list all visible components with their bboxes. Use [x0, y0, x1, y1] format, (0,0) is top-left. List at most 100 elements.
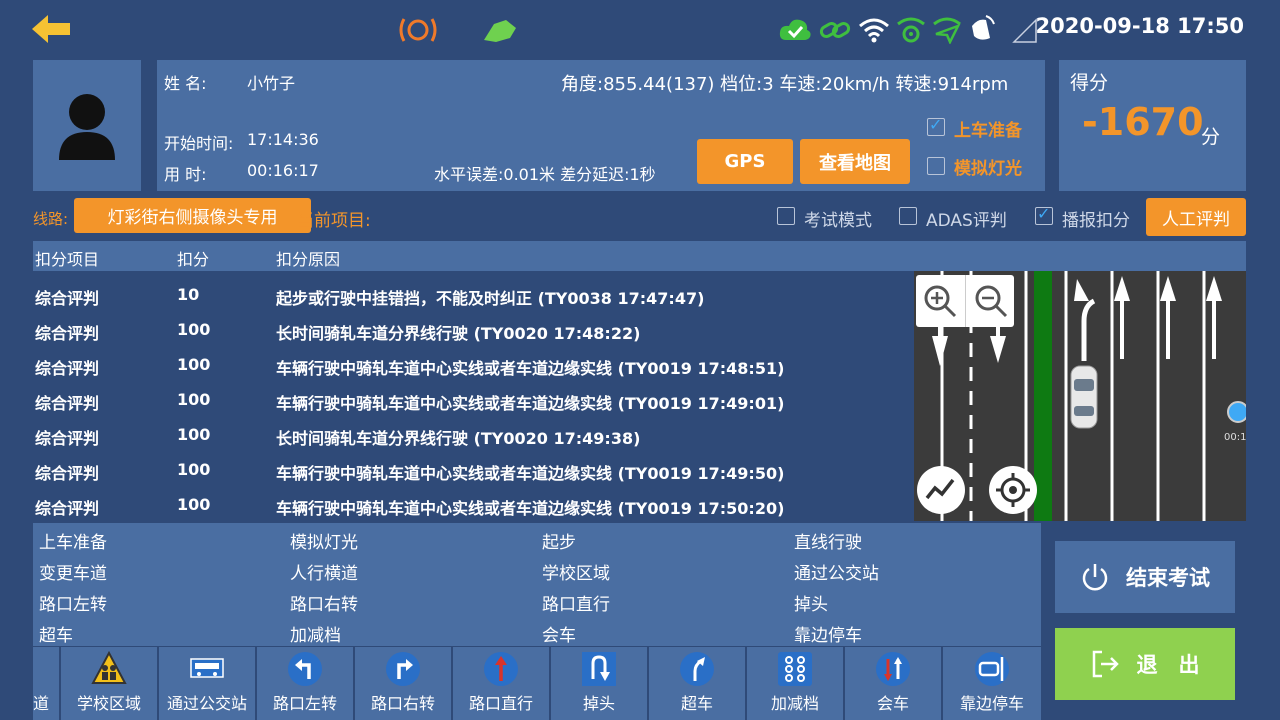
- project-item[interactable]: 起步: [542, 528, 576, 553]
- sim-lights-label: 模拟灯光: [954, 159, 1022, 179]
- bottom-item-turn-left[interactable]: 路口左转: [257, 647, 355, 720]
- timeline-handle[interactable]: [1227, 401, 1246, 423]
- car-signal-icon: [484, 20, 516, 42]
- adas-checkbox[interactable]: [899, 207, 917, 225]
- score-value: -1670: [1082, 100, 1204, 144]
- row-reason: 长时间骑轧车道分界线行驶 (TY0020 17:48:22): [276, 324, 641, 343]
- boarding-prep-checkbox[interactable]: [927, 115, 945, 136]
- wifi-icon: [859, 18, 889, 43]
- bottom-item-bus-stop[interactable]: 通过公交站: [159, 647, 257, 720]
- bottom-item-gear-shift[interactable]: 加减档: [747, 647, 845, 720]
- bottom-item-meet-car[interactable]: 会车: [845, 647, 943, 720]
- broadcast-checkbox[interactable]: [1035, 204, 1053, 225]
- score-label: 得分: [1070, 72, 1109, 94]
- table-row[interactable]: 综合评判 100 车辆行驶中骑轧车道中心实线或者车道边缘实线 (TY0019 1…: [33, 488, 914, 523]
- start-time: 17:14:36: [247, 130, 319, 149]
- table-row[interactable]: 综合评判 100 车辆行驶中骑轧车道中心实线或者车道边缘实线 (TY0019 1…: [33, 453, 914, 488]
- project-item[interactable]: 人行横道: [290, 559, 358, 584]
- project-item[interactable]: 靠边停车: [794, 621, 862, 646]
- header-item: 扣分项目: [35, 250, 100, 269]
- bottom-item-label: 路口右转: [370, 694, 435, 713]
- row-item: 综合评判: [35, 359, 100, 378]
- lane-map[interactable]: 00:12: [914, 271, 1246, 521]
- bottom-item-straight[interactable]: 路口直行: [453, 647, 551, 720]
- score-panel: 得分 -1670 分: [1059, 60, 1246, 191]
- row-reason: 长时间骑轧车道分界线行驶 (TY0020 17:49:38): [276, 429, 641, 448]
- back-arrow-icon[interactable]: [30, 12, 74, 46]
- manual-judge-button[interactable]: 人工评判: [1146, 198, 1246, 236]
- row-reason: 起步或行驶中挂错挡，不能及时纠正 (TY0038 17:47:47): [276, 289, 705, 308]
- bottom-item-pull-over[interactable]: 靠边停车: [943, 647, 1041, 720]
- header-points: 扣分: [177, 250, 210, 269]
- table-row[interactable]: 综合评判 10 起步或行驶中挂错挡，不能及时纠正 (TY0038 17:47:4…: [33, 278, 914, 313]
- route-name-button[interactable]: 灯彩街右侧摄像头专用: [74, 198, 311, 233]
- gps-pin-icon: [897, 17, 925, 43]
- project-item[interactable]: 通过公交站: [794, 559, 879, 584]
- project-item[interactable]: 加减档: [290, 621, 341, 646]
- row-reason: 车辆行驶中骑轧车道中心实线或者车道边缘实线 (TY0019 17:48:51): [276, 359, 785, 378]
- project-item[interactable]: 变更车道: [39, 559, 107, 584]
- row-item: 综合评判: [35, 464, 100, 483]
- gps-button[interactable]: GPS: [697, 139, 793, 184]
- accuracy-readout: 水平误差:0.01米 差分延迟:1秒: [434, 165, 656, 184]
- brake-warning-icon: [399, 18, 437, 42]
- row-points: 100: [177, 320, 211, 339]
- project-item[interactable]: 直线行驶: [794, 528, 862, 553]
- project-item[interactable]: 上车准备: [39, 528, 107, 553]
- table-row[interactable]: 综合评判 100 车辆行驶中骑轧车道中心实线或者车道边缘实线 (TY0019 1…: [33, 383, 914, 418]
- exit-button[interactable]: 退 出: [1055, 628, 1235, 700]
- bottom-item-label: 道: [33, 694, 50, 713]
- row-item: 综合评判: [35, 394, 100, 413]
- bus-stop-icon: [190, 658, 224, 678]
- exam-mode-checkbox[interactable]: [777, 207, 795, 225]
- view-map-button[interactable]: 查看地图: [800, 139, 910, 184]
- adas-label: ADAS评判: [926, 211, 1007, 231]
- timeline-label: 00:12: [1224, 432, 1246, 443]
- deduction-table: 综合评判 10 起步或行驶中挂错挡，不能及时纠正 (TY0038 17:47:4…: [33, 271, 914, 521]
- straight-icon: [484, 652, 518, 686]
- bottom-item-label: 会车: [876, 694, 909, 713]
- table-header: 扣分项目 扣分 扣分原因: [33, 241, 1246, 271]
- power-icon: [1082, 564, 1108, 591]
- sim-lights-checkbox[interactable]: [927, 157, 945, 175]
- exit-icon: [1092, 650, 1119, 678]
- project-item[interactable]: 会车: [542, 621, 576, 646]
- project-item[interactable]: 学校区域: [542, 559, 610, 584]
- exam-mode-label: 考试模式: [804, 211, 872, 231]
- route-label: 线路:: [33, 210, 69, 228]
- bottom-item-label: 加减档: [770, 694, 819, 713]
- project-item[interactable]: 路口左转: [39, 590, 107, 615]
- end-exam-button[interactable]: 结束考试: [1055, 541, 1235, 613]
- gear-shift-icon: [778, 652, 812, 686]
- overtake-icon: [680, 652, 714, 686]
- bottom-item-label: 超车: [680, 694, 713, 713]
- navigation-icon: [933, 17, 961, 44]
- bottom-item-partial[interactable]: 道: [33, 647, 61, 720]
- project-item[interactable]: 路口直行: [542, 590, 610, 615]
- bottom-item-u-turn[interactable]: 掉头: [551, 647, 649, 720]
- pull-over-icon: [975, 652, 1009, 686]
- project-item[interactable]: 路口右转: [290, 590, 358, 615]
- project-item[interactable]: 超车: [39, 621, 73, 646]
- bottom-item-label: 掉头: [582, 694, 615, 713]
- zoom-out-icon[interactable]: [973, 283, 1009, 319]
- bottom-item-turn-right[interactable]: 路口右转: [355, 647, 453, 720]
- zoom-in-icon[interactable]: [922, 283, 958, 319]
- u-turn-icon: [582, 652, 616, 686]
- table-row[interactable]: 综合评判 100 长时间骑轧车道分界线行驶 (TY0020 17:49:38): [33, 418, 914, 453]
- project-item[interactable]: 掉头: [794, 590, 828, 615]
- current-project-label: 当前项目:: [297, 211, 371, 231]
- row-reason: 车辆行驶中骑轧车道中心实线或者车道边缘实线 (TY0019 17:49:01): [276, 394, 785, 413]
- row-points: 100: [177, 460, 211, 479]
- table-row[interactable]: 综合评判 100 长时间骑轧车道分界线行驶 (TY0020 17:48:22): [33, 313, 914, 348]
- table-row[interactable]: 综合评判 100 车辆行驶中骑轧车道中心实线或者车道边缘实线 (TY0019 1…: [33, 348, 914, 383]
- track-line-icon[interactable]: [916, 465, 966, 515]
- boarding-prep-label: 上车准备: [954, 121, 1022, 141]
- locate-icon[interactable]: [988, 465, 1038, 515]
- bottom-item-overtake[interactable]: 超车: [649, 647, 747, 720]
- name-label: 姓 名:: [164, 74, 207, 93]
- turn-right-icon: [386, 652, 420, 686]
- project-item[interactable]: 模拟灯光: [290, 528, 358, 553]
- signal-speaker-icon: [972, 15, 995, 40]
- bottom-item-school-zone[interactable]: 学校区域: [61, 647, 159, 720]
